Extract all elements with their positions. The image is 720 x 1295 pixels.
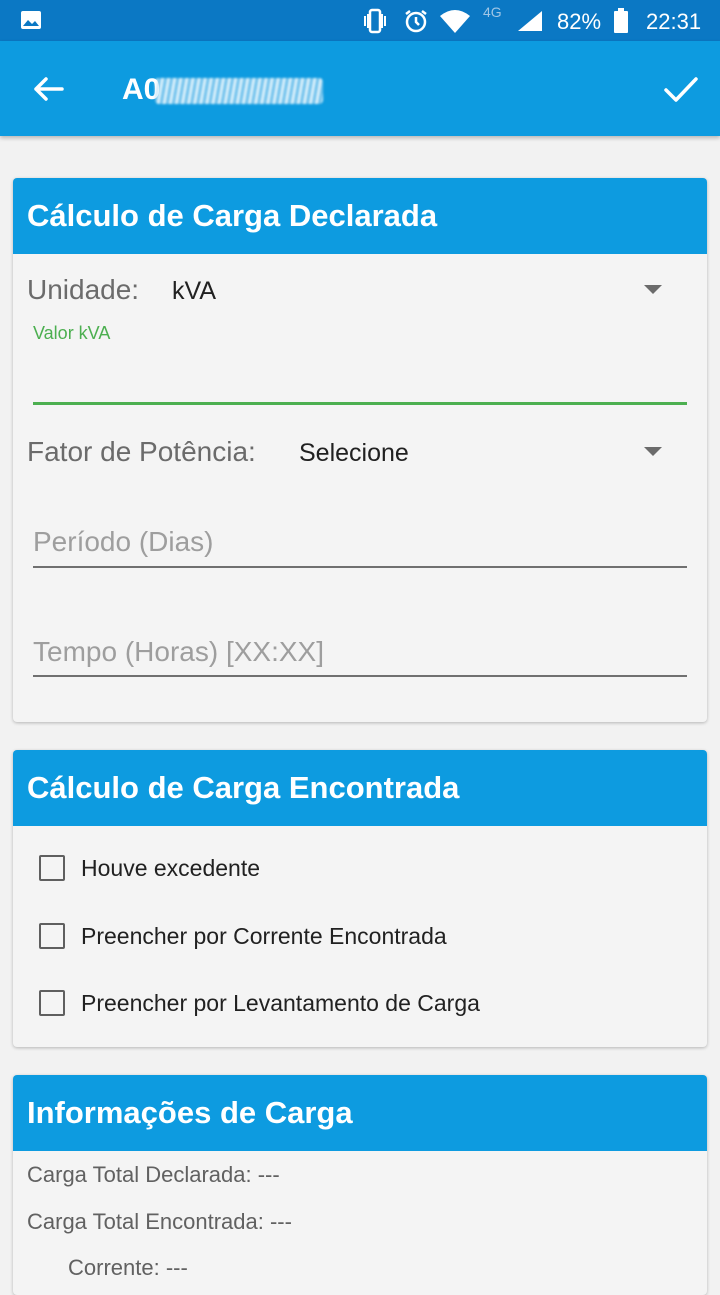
checkbox-box[interactable] [39,855,65,881]
confirm-check-icon[interactable] [658,69,702,109]
checkbox-label: Preencher por Levantamento de Carga [81,989,480,1016]
power-factor-spinner[interactable]: Fator de Potência: Selecione [13,416,707,490]
total-found-text: Carga Total Encontrada: --- [27,1209,292,1234]
battery-icon [614,8,628,33]
period-placeholder: Período (Dias) [33,526,214,557]
checkbox-label: Houve excedente [81,854,261,881]
app-bar: A0 [0,41,720,136]
checkbox-box[interactable] [39,923,65,949]
vibrate-icon [364,8,386,34]
alarm-icon [405,10,427,33]
time-placeholder: Tempo (Horas) [XX:XX] [33,636,324,667]
time-underline [33,675,687,677]
gallery-notification-icon [21,11,41,29]
checkbox-corrente-encontrada[interactable]: Preencher por Corrente Encontrada [39,916,447,956]
battery-percent: 82% [557,9,602,34]
status-bar: 4G 82% 22:31 [0,0,720,41]
power-factor-label: Fator de Potência: [27,436,256,467]
declared-load-header: Cálculo de Carga Declarada [13,178,707,254]
kva-input[interactable] [33,358,691,400]
current-text: Corrente: --- [68,1255,188,1280]
load-info-header: Informações de Carga [13,1075,707,1151]
kva-field-label: Valor kVA [33,323,111,343]
power-factor-value: Selecione [299,439,409,467]
time-field[interactable]: Tempo (Horas) [XX:XX] [13,618,707,678]
redacted-title-blur [155,78,323,104]
signal-icon [518,11,542,31]
checkbox-label: Preencher por Corrente Encontrada [81,922,447,949]
wifi-icon [440,10,470,33]
load-info-card: Informações de Carga Carga Total Declara… [13,1075,707,1295]
period-field[interactable]: Período (Dias) [13,508,707,568]
unit-value: kVA [172,277,216,305]
found-load-card: Cálculo de Carga Encontrada Houve excede… [13,750,707,1047]
total-declared-text: Carga Total Declarada: --- [27,1162,280,1187]
checkbox-box[interactable] [39,990,65,1016]
unit-spinner[interactable]: Unidade: kVA [13,254,707,328]
declared-load-card: Cálculo de Carga Declarada Unidade: kVA … [13,178,707,722]
network-type: 4G [483,4,502,20]
found-load-header: Cálculo de Carga Encontrada [13,750,707,826]
power-factor-dropdown-arrow-icon[interactable] [644,447,662,456]
kva-input-underline [33,402,687,405]
checkbox-houve-excedente[interactable]: Houve excedente [39,848,260,888]
period-underline [33,566,687,568]
clock: 22:31 [646,9,702,34]
unit-dropdown-arrow-icon[interactable] [644,285,662,294]
back-arrow-icon[interactable] [26,69,70,109]
checkbox-levantamento-carga[interactable]: Preencher por Levantamento de Carga [39,983,480,1023]
unit-label: Unidade: [27,274,140,305]
